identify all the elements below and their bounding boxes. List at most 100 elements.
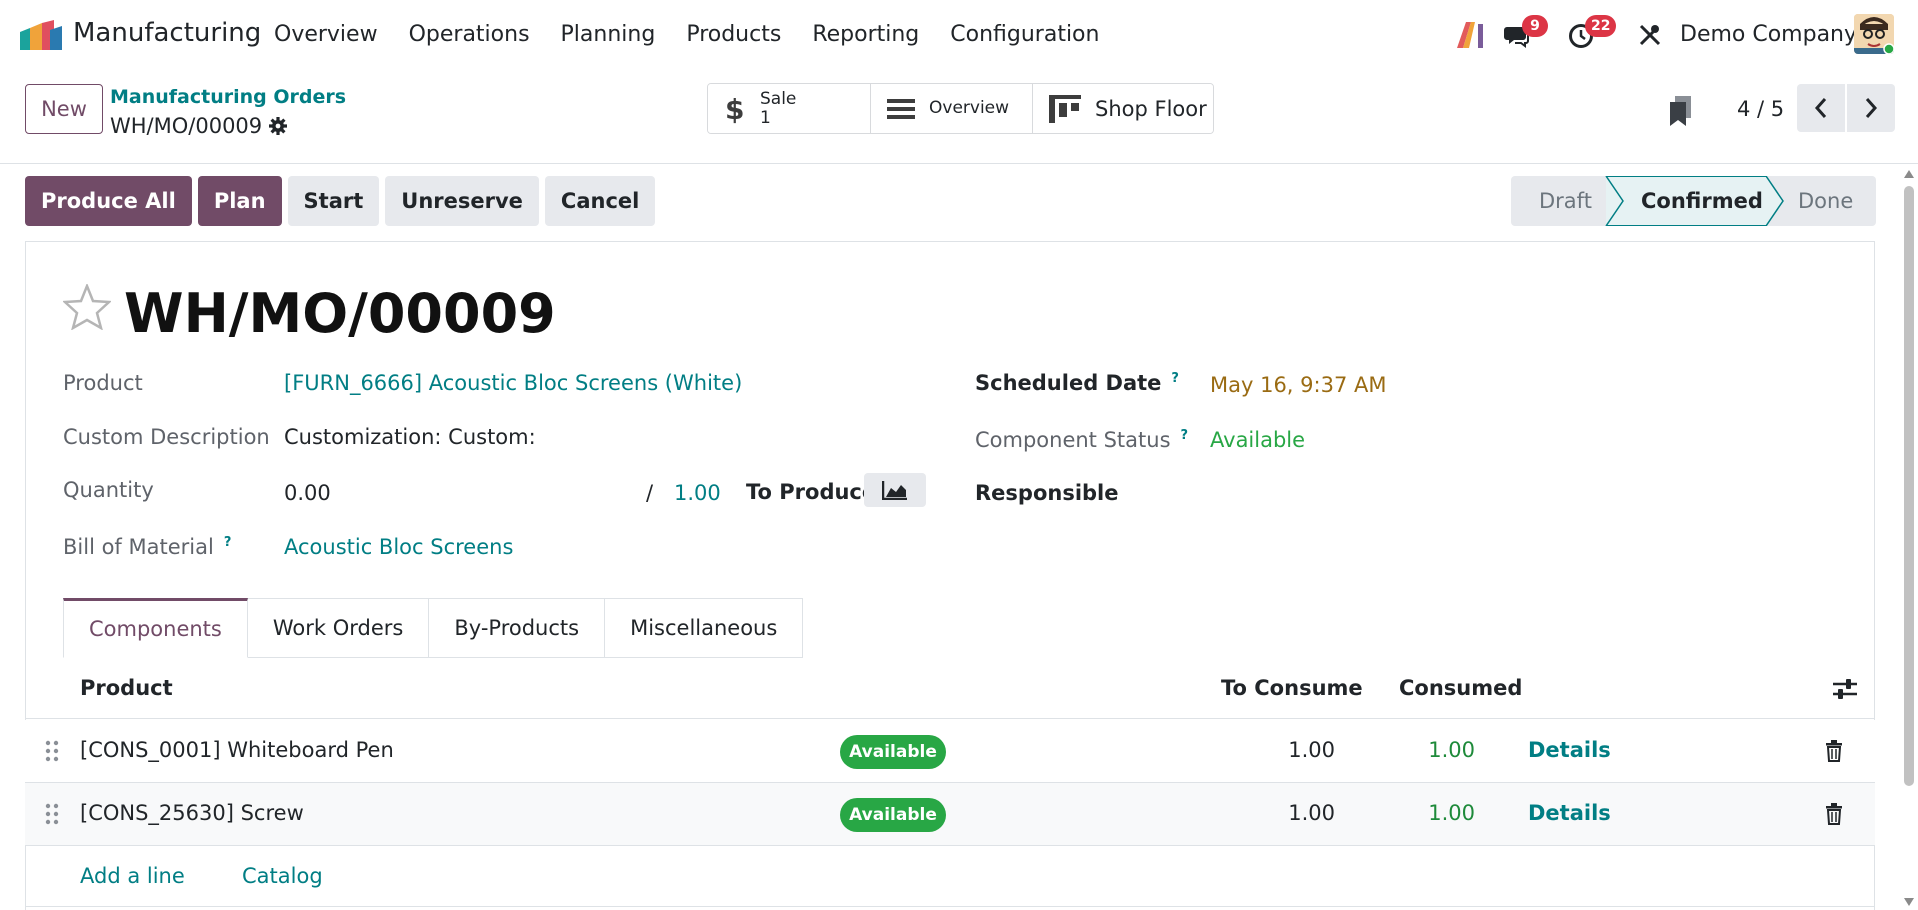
new-button[interactable]: New [25, 84, 103, 134]
row-details-button[interactable]: Details [1528, 801, 1611, 825]
page-scrollbar[interactable] [1900, 166, 1918, 910]
sliders-icon[interactable] [1833, 678, 1857, 700]
star-icon[interactable] [63, 284, 111, 330]
table-row[interactable]: [CONS_25630] Screw Available 1.00 1.00 D… [25, 783, 1875, 846]
trash-icon[interactable] [1825, 803, 1843, 825]
row-details-button[interactable]: Details [1528, 738, 1611, 762]
row-product[interactable]: [CONS_0001] Whiteboard Pen [80, 738, 394, 762]
shop-floor-smart-button[interactable]: Shop Floor [1033, 84, 1213, 133]
pager-value[interactable]: 4 / 5 [1737, 97, 1784, 121]
catalog-button[interactable]: Catalog [242, 864, 323, 888]
row-consumed[interactable]: 1.00 [1355, 801, 1475, 825]
responsible-label: Responsible [975, 481, 1119, 505]
overview-label: Overview [929, 98, 1010, 118]
table-row[interactable]: [CONS_0001] Whiteboard Pen Available 1.0… [25, 720, 1875, 783]
scheduled-date-label-text: Scheduled Date [975, 371, 1162, 395]
menu-overview[interactable]: Overview [274, 22, 378, 47]
column-to-consume[interactable]: To Consume [1221, 676, 1363, 700]
plan-button[interactable]: Plan [197, 176, 282, 226]
forecast-chart-button[interactable] [864, 473, 926, 507]
user-avatar[interactable] [1854, 14, 1894, 54]
menu-operations[interactable]: Operations [409, 22, 530, 47]
drag-handle-icon[interactable] [45, 740, 59, 762]
scroll-up-arrow-icon[interactable] [1904, 170, 1914, 178]
company-switcher[interactable]: Demo Company [1680, 22, 1857, 47]
divider [25, 906, 1875, 907]
component-status-help-icon[interactable]: ? [1181, 428, 1189, 443]
pager-previous-button[interactable] [1797, 84, 1845, 132]
record-title: WH/MO/00009 [124, 282, 556, 345]
pager-next-button[interactable] [1847, 84, 1895, 132]
menu-planning[interactable]: Planning [561, 22, 656, 47]
status-bar: Draft Confirmed Done Confirmed [1511, 176, 1876, 226]
breadcrumb-parent[interactable]: Manufacturing Orders [110, 86, 346, 108]
row-consumed[interactable]: 1.00 [1355, 738, 1475, 762]
tab-components[interactable]: Components [63, 598, 248, 658]
produce-all-button[interactable]: Produce All [25, 176, 192, 226]
menu-reporting[interactable]: Reporting [812, 22, 919, 47]
sale-label: Sale [760, 88, 797, 109]
cancel-button[interactable]: Cancel [544, 176, 656, 226]
add-line-button[interactable]: Add a line [80, 864, 185, 888]
messages-badge: 9 [1522, 15, 1548, 37]
bom-field[interactable]: Acoustic Bloc Screens [284, 535, 513, 559]
product-label: Product [63, 371, 143, 395]
to-produce-label: To Produce [746, 480, 877, 504]
chevron-right-icon [1865, 98, 1878, 118]
row-to-consume[interactable]: 1.00 [1215, 738, 1335, 762]
quantity-separator: / [646, 481, 654, 505]
bom-label-text: Bill of Material [63, 535, 214, 559]
scheduled-date-field[interactable]: May 16, 9:37 AM [1210, 373, 1386, 397]
row-product[interactable]: [CONS_25630] Screw [80, 801, 304, 825]
start-button[interactable]: Start [287, 176, 380, 226]
bookmark-icon[interactable] [1668, 96, 1694, 128]
overview-smart-button[interactable]: Overview [871, 84, 1033, 133]
sale-smart-button[interactable]: $ Sale 1 [708, 84, 871, 133]
avatar-image [1854, 14, 1894, 54]
unreserve-button[interactable]: Unreserve [385, 176, 539, 226]
tools-icon[interactable] [1638, 23, 1662, 47]
control-panel: New Manufacturing Orders WH/MO/00009 $ S… [0, 72, 1918, 164]
dollar-icon: $ [725, 94, 744, 124]
bom-help-icon[interactable]: ? [224, 535, 232, 550]
column-product[interactable]: Product [80, 676, 173, 700]
activities-badge: 22 [1585, 15, 1617, 37]
scrollbar-thumb[interactable] [1904, 186, 1914, 786]
status-confirmed[interactable]: Confirmed [1606, 176, 1766, 226]
custom-description-label: Custom Description [63, 425, 270, 449]
bom-label: Bill of Material? [63, 535, 231, 559]
product-field[interactable]: [FURN_6666] Acoustic Bloc Screens (White… [284, 371, 742, 395]
quantity-field[interactable]: 0.00 [284, 481, 331, 505]
sale-count: 1 [760, 107, 771, 128]
notebook-tabs: Components Work Orders By-Products Misce… [63, 598, 804, 658]
status-done[interactable]: Done [1766, 176, 1876, 226]
quantity-target-field[interactable]: 1.00 [674, 481, 721, 505]
tab-work-orders[interactable]: Work Orders [247, 598, 430, 658]
component-status-label-text: Component Status [975, 428, 1171, 452]
ai-icon[interactable] [1457, 22, 1485, 48]
row-to-consume[interactable]: 1.00 [1215, 801, 1335, 825]
scroll-down-arrow-icon[interactable] [1904, 898, 1914, 906]
column-consumed[interactable]: Consumed [1399, 676, 1522, 700]
status-draft[interactable]: Draft [1511, 176, 1606, 226]
status-badge: Available [840, 798, 946, 832]
tab-miscellaneous[interactable]: Miscellaneous [605, 598, 804, 658]
scheduled-date-help-icon[interactable]: ? [1171, 371, 1179, 386]
app-logo[interactable] [20, 20, 62, 50]
main-menu: Overview Operations Planning Products Re… [274, 22, 1130, 47]
action-buttons: Produce All Plan Start Unreserve Cancel [25, 176, 656, 226]
area-chart-icon [882, 481, 907, 500]
menu-configuration[interactable]: Configuration [950, 22, 1099, 47]
trash-icon[interactable] [1825, 740, 1843, 762]
gear-icon[interactable] [268, 116, 288, 136]
component-status-label: Component Status? [975, 428, 1188, 452]
status-badge: Available [840, 735, 946, 769]
drag-handle-icon[interactable] [45, 803, 59, 825]
custom-description-field[interactable]: Customization: Custom: [284, 425, 536, 449]
smart-buttons: $ Sale 1 Overview Shop Floor [707, 83, 1214, 134]
app-name[interactable]: Manufacturing [73, 18, 261, 48]
menu-products[interactable]: Products [686, 22, 781, 47]
scheduled-date-label: Scheduled Date? [975, 371, 1179, 395]
svg-text:$: $ [725, 94, 744, 124]
tab-by-products[interactable]: By-Products [429, 598, 606, 658]
